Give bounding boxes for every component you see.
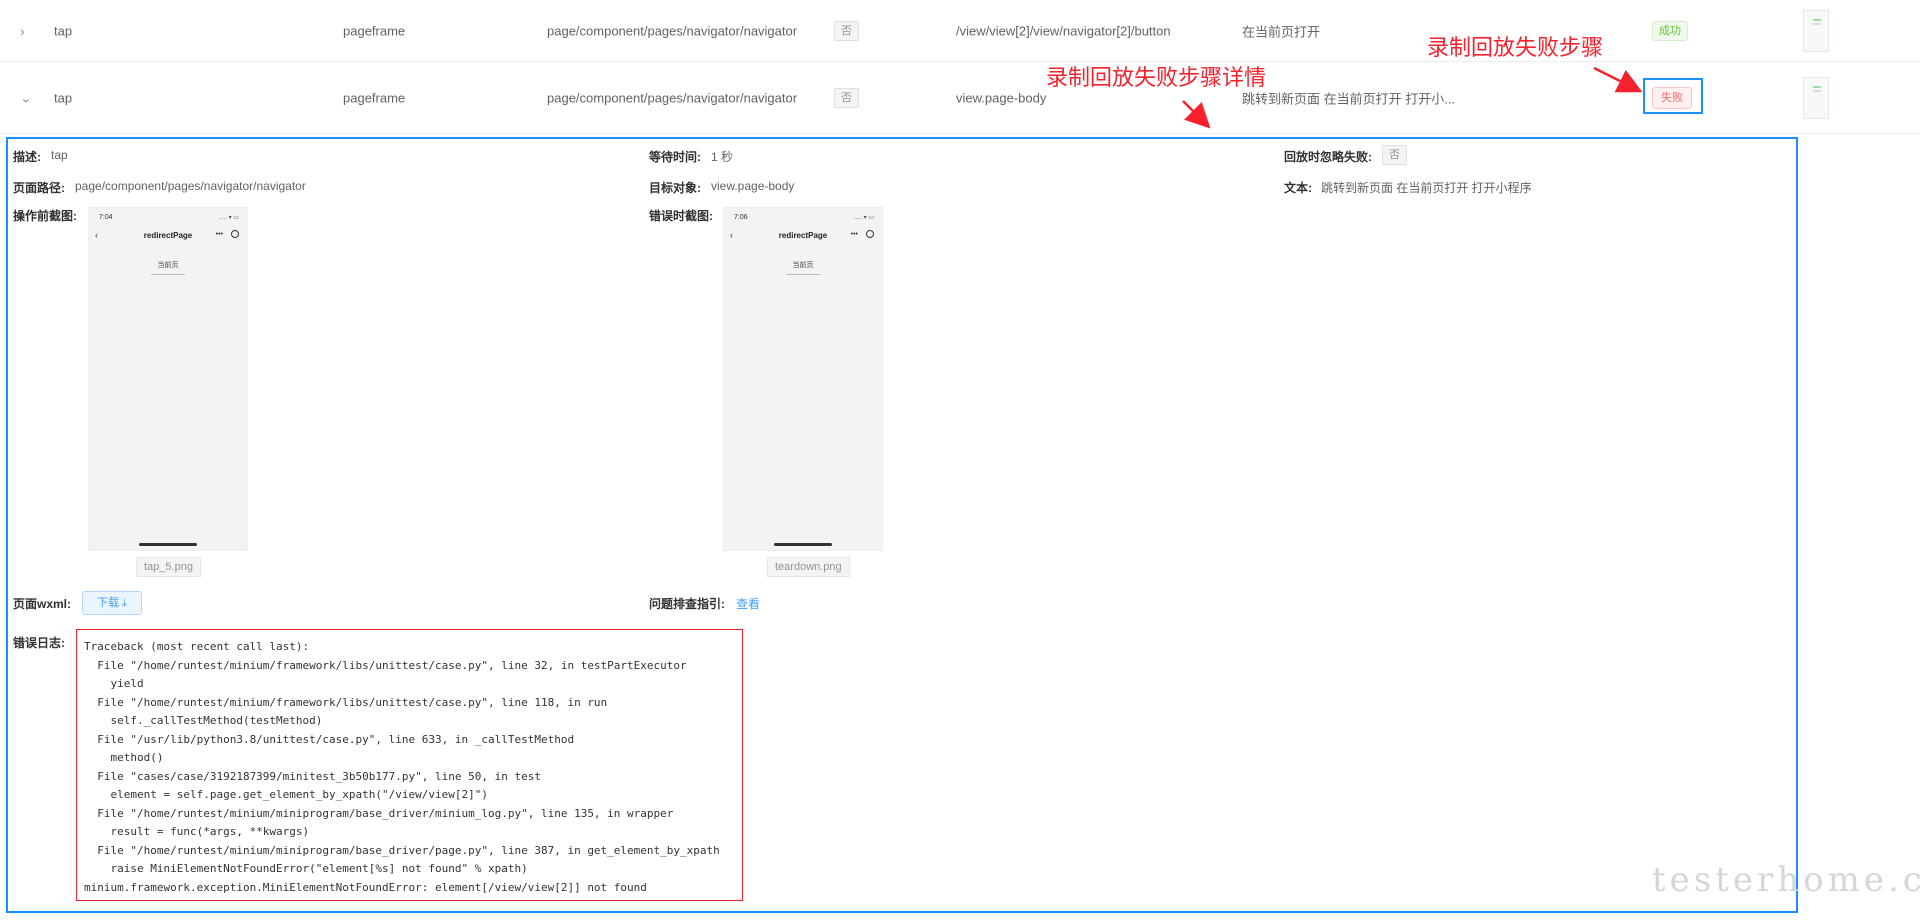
cell-text: 跳转到新页面 在当前页打开 打开小... xyxy=(1242,91,1456,106)
ignore-tag: 否 xyxy=(834,20,859,41)
phone-current-page-text: 当前页 xyxy=(157,262,179,269)
error-screenshot[interactable]: 7:06 ..... ▾ ▭ ‹ redirectPage ••• 当前页 xyxy=(723,207,883,551)
annotation-fail-detail: 录制回放失败步骤详情 xyxy=(1046,66,1267,91)
log-line: result = func(*args, **kwargs) xyxy=(84,825,310,838)
expand-chevron-icon[interactable]: › xyxy=(20,23,25,39)
annotation-fail-step: 录制回放失败步骤 xyxy=(1427,36,1604,61)
log-line: method() xyxy=(84,751,164,764)
ignore-value-tag: 否 xyxy=(1382,145,1407,165)
cell-ignore-failure: 否 xyxy=(834,20,859,41)
ignore-label: 回放时忽略失败: xyxy=(1284,150,1372,164)
phone-page-title: redirectPage xyxy=(143,231,193,240)
more-icon: ••• xyxy=(850,231,858,238)
phone-current-page-text: 当前页 xyxy=(792,262,814,269)
ignore-tag: 否 xyxy=(834,87,859,108)
desc-value: tap xyxy=(51,148,68,162)
collapse-chevron-icon[interactable]: ⌄ xyxy=(20,89,32,106)
screenshot-thumbnail[interactable] xyxy=(1803,9,1829,52)
close-circle-icon xyxy=(866,230,874,238)
log-line: File "/home/runtest/minium/framework/lib… xyxy=(84,658,687,672)
log-line: File "/usr/lib/python3.8/unittest/case.p… xyxy=(84,732,575,746)
table-row[interactable]: ⌄ tap pageframe page/component/pages/nav… xyxy=(0,62,1920,134)
error-screenshot-label: 错误时截图: xyxy=(649,209,713,223)
log-line: File "/home/runtest/minium/miniprogram/b… xyxy=(84,806,674,820)
table-row[interactable]: › tap pageframe page/component/pages/nav… xyxy=(0,0,1920,62)
phone-status-icons: ..... ▾ ▭ xyxy=(218,215,239,221)
watermark: testerhome.com xyxy=(1652,860,1920,900)
text-label: 文本: xyxy=(1284,181,1312,195)
before-screenshot-label: 操作前截图: xyxy=(13,209,77,223)
cell-type: pageframe xyxy=(343,23,406,38)
home-indicator xyxy=(774,543,832,546)
cell-text: 在当前页打开 xyxy=(1242,24,1321,39)
wxml-label: 页面wxml: xyxy=(13,597,72,611)
log-line: Traceback (most recent call last): xyxy=(84,640,310,653)
guide-view-link[interactable]: 查看 xyxy=(736,595,760,612)
wait-value: 1 秒 xyxy=(711,150,734,164)
cell-action: tap xyxy=(54,23,73,38)
log-line: File "/home/runtest/minium/framework/lib… xyxy=(84,695,608,709)
target-label: 目标对象: xyxy=(649,181,701,195)
text-value: 跳转到新页面 在当前页打开 打开小程序 xyxy=(1321,181,1532,195)
close-circle-icon xyxy=(231,230,239,238)
desc-label: 描述: xyxy=(13,150,41,164)
log-line: self._callTestMethod(testMethod) xyxy=(84,714,323,727)
cell-target: /view/view[2]/view/navigator[2]/button xyxy=(956,23,1171,38)
step-detail-panel: 描述: tap 等待时间: 1 秒 回放时忽略失败: 否 页面路径: page/… xyxy=(6,137,1798,913)
phone-page-title: redirectPage xyxy=(778,231,828,240)
path-label: 页面路径: xyxy=(13,181,65,195)
log-line: minium.framework.exception.MiniElementNo… xyxy=(84,880,647,894)
log-line: element = self.page.get_element_by_xpath… xyxy=(84,788,488,801)
log-line: raise MiniElementNotFoundError("element[… xyxy=(84,862,528,875)
screenshot-thumbnail[interactable] xyxy=(1803,76,1829,119)
error-screenshot-filename[interactable]: teardown.png xyxy=(767,557,850,577)
target-value: view.page-body xyxy=(711,179,795,193)
thumbnail-image[interactable] xyxy=(1803,9,1829,52)
log-line: yield xyxy=(84,677,144,690)
phone-time: 7:04 xyxy=(99,214,113,221)
log-line: File "/home/runtest/minium/miniprogram/b… xyxy=(84,843,720,857)
thumbnail-image[interactable] xyxy=(1803,76,1829,119)
log-line: File "cases/case/3192187399/minitest_3b5… xyxy=(84,769,541,783)
cell-page-path: page/component/pages/navigator/navigator xyxy=(547,90,798,105)
cell-type: pageframe xyxy=(343,90,406,105)
error-log-label: 错误日志: xyxy=(13,636,65,650)
cell-action: tap xyxy=(54,90,73,105)
more-icon: ••• xyxy=(215,231,223,238)
phone-divider xyxy=(786,274,820,275)
cell-ignore-failure: 否 xyxy=(834,87,859,108)
cell-page-path: page/component/pages/navigator/navigator xyxy=(547,23,798,38)
download-wxml-button[interactable]: 下载 ⤓ xyxy=(82,591,142,615)
cell-target: view.page-body xyxy=(956,90,1047,105)
phone-time: 7:06 xyxy=(734,214,748,221)
phone-divider xyxy=(151,274,185,275)
home-indicator xyxy=(139,543,197,546)
before-screenshot[interactable]: 7:04 ..... ▾ ▭ ‹ redirectPage ••• 当前页 xyxy=(88,207,248,551)
error-log-box: Traceback (most recent call last): File … xyxy=(76,629,743,901)
guide-label: 问题排查指引: xyxy=(649,597,725,611)
status-badge: 成功 xyxy=(1652,20,1688,41)
path-value: page/component/pages/navigator/navigator xyxy=(75,179,306,193)
phone-status-icons: ..... ▾ ▭ xyxy=(853,215,874,221)
status-highlight-box xyxy=(1643,78,1703,114)
wait-label: 等待时间: xyxy=(649,150,701,164)
cell-status: 成功 xyxy=(1652,20,1688,41)
before-screenshot-filename[interactable]: tap_5.png xyxy=(136,557,201,577)
